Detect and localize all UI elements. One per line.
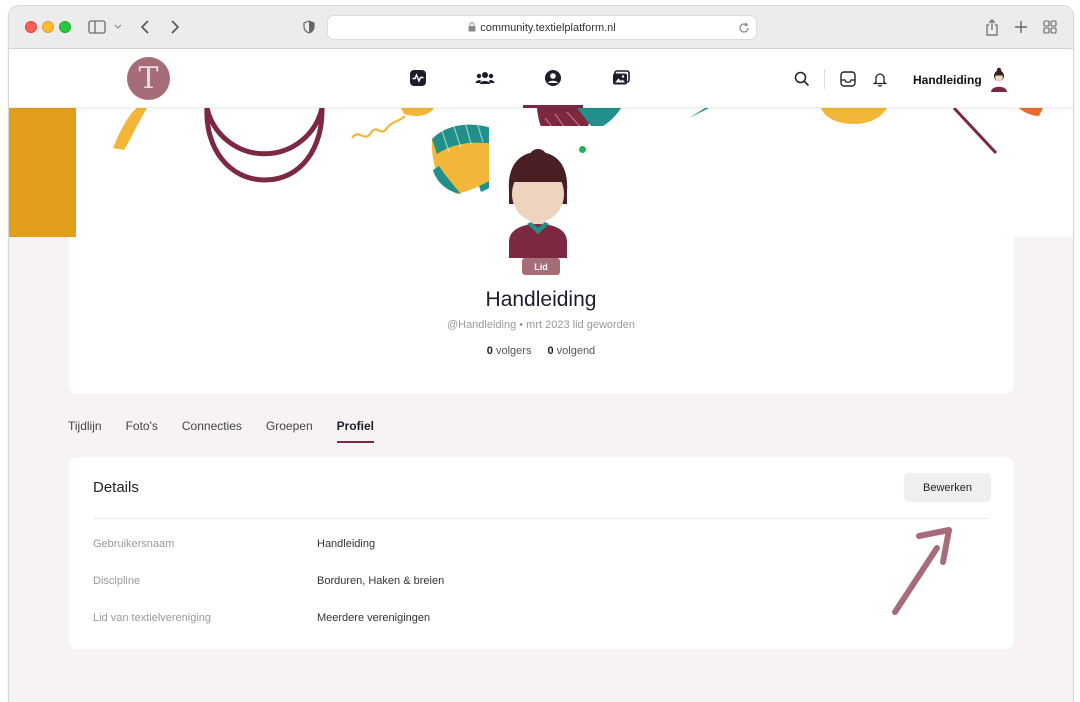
following-count: 0 xyxy=(547,345,554,357)
profile-icon[interactable] xyxy=(541,66,565,90)
member-role-badge: Lid xyxy=(522,258,560,275)
site-logo[interactable]: T xyxy=(127,57,170,100)
followers-count: 0 xyxy=(486,345,493,357)
header-divider xyxy=(824,69,825,89)
tab-groups[interactable]: Groepen xyxy=(266,419,313,443)
following-stat[interactable]: 0 volgend xyxy=(547,345,595,357)
members-icon[interactable] xyxy=(473,66,497,90)
details-card: Details Bewerken Gebruikersnaam Handleid… xyxy=(69,457,1014,649)
tab-timeline[interactable]: Tijdlijn xyxy=(68,419,102,443)
header-username[interactable]: Handleiding xyxy=(913,73,982,87)
field-label: Lid van textielvereniging xyxy=(93,612,212,624)
field-value: Meerdere verenigingen xyxy=(317,612,431,624)
sidebar-toggle-icon[interactable] xyxy=(87,16,107,38)
tab-profile[interactable]: Profiel xyxy=(336,419,375,443)
details-title: Details xyxy=(93,479,139,496)
chevron-down-icon[interactable] xyxy=(112,16,124,38)
field-label: Gebruikersnaam xyxy=(93,538,175,550)
online-status-dot xyxy=(578,145,587,154)
back-icon[interactable] xyxy=(137,16,153,38)
edit-button[interactable]: Bewerken xyxy=(904,473,991,502)
profile-tabs: Tijdlijn Foto's Connecties Groepen Profi… xyxy=(68,419,375,443)
field-label: Discipline xyxy=(93,575,141,587)
inbox-icon[interactable] xyxy=(838,69,858,89)
share-icon[interactable] xyxy=(983,16,1001,38)
activity-icon[interactable] xyxy=(406,66,430,90)
minimize-window-button[interactable] xyxy=(42,21,54,33)
following-label: volgend xyxy=(556,345,596,357)
forward-icon[interactable] xyxy=(167,16,183,38)
profile-name: Handleiding xyxy=(485,288,597,311)
bell-icon[interactable] xyxy=(870,69,890,89)
browser-toolbar: community.textielplatform.nl xyxy=(9,6,1073,49)
search-icon[interactable] xyxy=(792,69,812,89)
user-avatar-icon[interactable] xyxy=(988,66,1010,92)
profile-stats: 0 volgers 0 volgend xyxy=(9,345,1073,357)
zoom-window-button[interactable] xyxy=(59,21,71,33)
tab-photos[interactable]: Foto's xyxy=(126,419,158,443)
url-text: community.textielplatform.nl xyxy=(480,21,616,34)
field-value: Handleiding xyxy=(317,538,376,550)
new-tab-icon[interactable] xyxy=(1012,16,1030,38)
privacy-shield-icon[interactable] xyxy=(301,16,317,38)
tab-overview-icon[interactable] xyxy=(1041,16,1059,38)
logo-letter: T xyxy=(138,61,159,96)
annotation-arrow-icon xyxy=(892,527,952,615)
site-header: T Handleiding xyxy=(9,49,1073,108)
address-bar[interactable]: community.textielplatform.nl xyxy=(327,15,757,40)
followers-label: volgers xyxy=(495,345,532,357)
photos-icon[interactable] xyxy=(609,66,633,90)
browser-window: community.textielplatform.nl T Handleidi… xyxy=(9,6,1073,702)
tab-connections[interactable]: Connecties xyxy=(182,419,242,443)
reload-icon[interactable] xyxy=(738,21,750,39)
profile-avatar[interactable] xyxy=(489,126,609,266)
followers-stat[interactable]: 0 volgers xyxy=(487,345,532,357)
close-window-button[interactable] xyxy=(25,21,37,33)
active-nav-indicator xyxy=(523,105,583,108)
field-value: Borduren, Haken & breien xyxy=(317,575,445,587)
details-divider xyxy=(93,518,990,519)
lock-icon xyxy=(468,19,476,37)
profile-meta: @Handleiding • mrt 2023 lid geworden xyxy=(446,319,636,331)
